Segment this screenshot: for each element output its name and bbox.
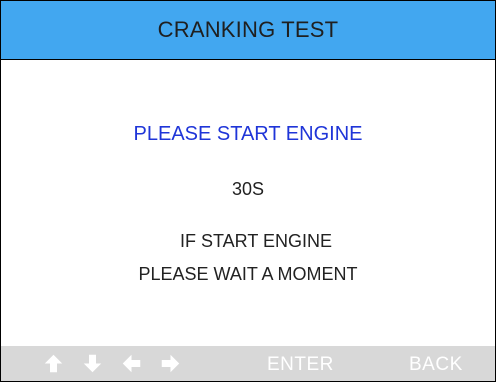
info-line-1: IF START ENGINE: [179, 231, 333, 251]
down-arrow-icon[interactable]: [82, 353, 103, 374]
header-bar: CRANKING TEST: [1, 1, 495, 60]
enter-button[interactable]: ENTER: [267, 354, 334, 376]
start-engine-prompt: PLEASE START ENGINE: [133, 123, 363, 145]
page-title: CRANKING TEST: [157, 17, 339, 42]
right-arrow-icon[interactable]: [160, 353, 181, 374]
countdown-timer: 30S: [231, 179, 265, 199]
info-line-2: PLEASE WAIT A MOMENT: [138, 264, 358, 284]
footer-bar: ENTER BACK: [1, 346, 495, 381]
up-arrow-icon[interactable]: [43, 353, 64, 374]
left-arrow-icon[interactable]: [121, 353, 142, 374]
navigation-icons: [43, 353, 181, 374]
back-button[interactable]: BACK: [409, 354, 463, 376]
cranking-test-screen: CRANKING TEST PLEASE START ENGINE 30S IF…: [0, 0, 496, 382]
